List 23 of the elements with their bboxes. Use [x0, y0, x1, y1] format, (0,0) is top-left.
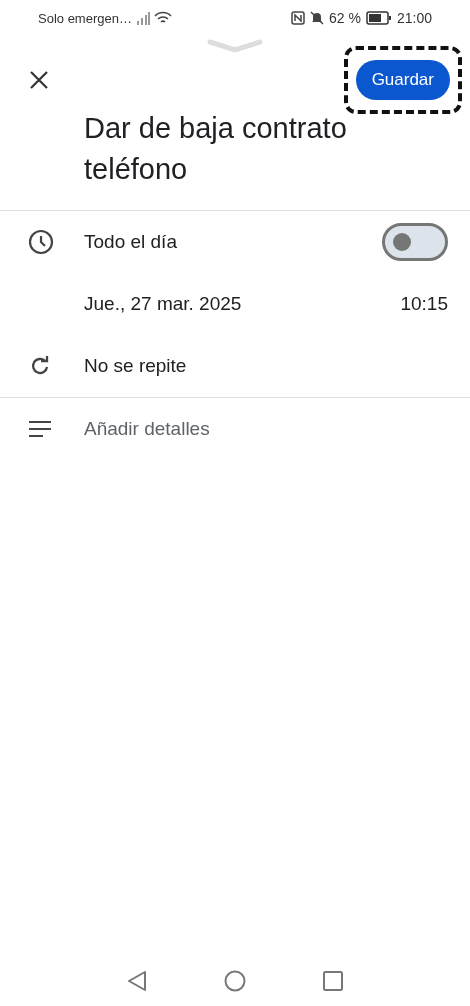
close-icon[interactable] — [28, 69, 50, 91]
drag-handle[interactable] — [207, 39, 263, 53]
wifi-icon — [153, 11, 172, 25]
date-text[interactable]: Jue., 27 mar. 2025 — [84, 293, 242, 314]
time-text[interactable]: 10:15 — [400, 293, 448, 315]
details-field[interactable]: Añadir detalles — [84, 418, 210, 440]
bell-muted-icon — [310, 11, 325, 25]
repeat-label[interactable]: No se repite — [84, 355, 187, 377]
signal-icon — [135, 11, 150, 25]
save-button[interactable]: Guardar — [355, 60, 450, 100]
home-icon[interactable] — [224, 970, 246, 992]
recents-icon[interactable] — [322, 970, 344, 992]
nfc-icon — [291, 11, 306, 25]
notes-icon — [28, 420, 52, 438]
back-icon[interactable] — [126, 970, 148, 992]
battery-icon — [365, 11, 392, 25]
clock-icon — [28, 229, 54, 255]
carrier-text: Solo emergen… — [38, 10, 132, 26]
all-day-switch[interactable] — [382, 223, 448, 261]
all-day-label: Todo el día — [84, 231, 178, 253]
battery-percent: 62 % — [329, 10, 361, 26]
clock-time: 21:00 — [396, 10, 432, 26]
event-title[interactable]: Dar de baja contrato teléfono — [0, 104, 470, 210]
